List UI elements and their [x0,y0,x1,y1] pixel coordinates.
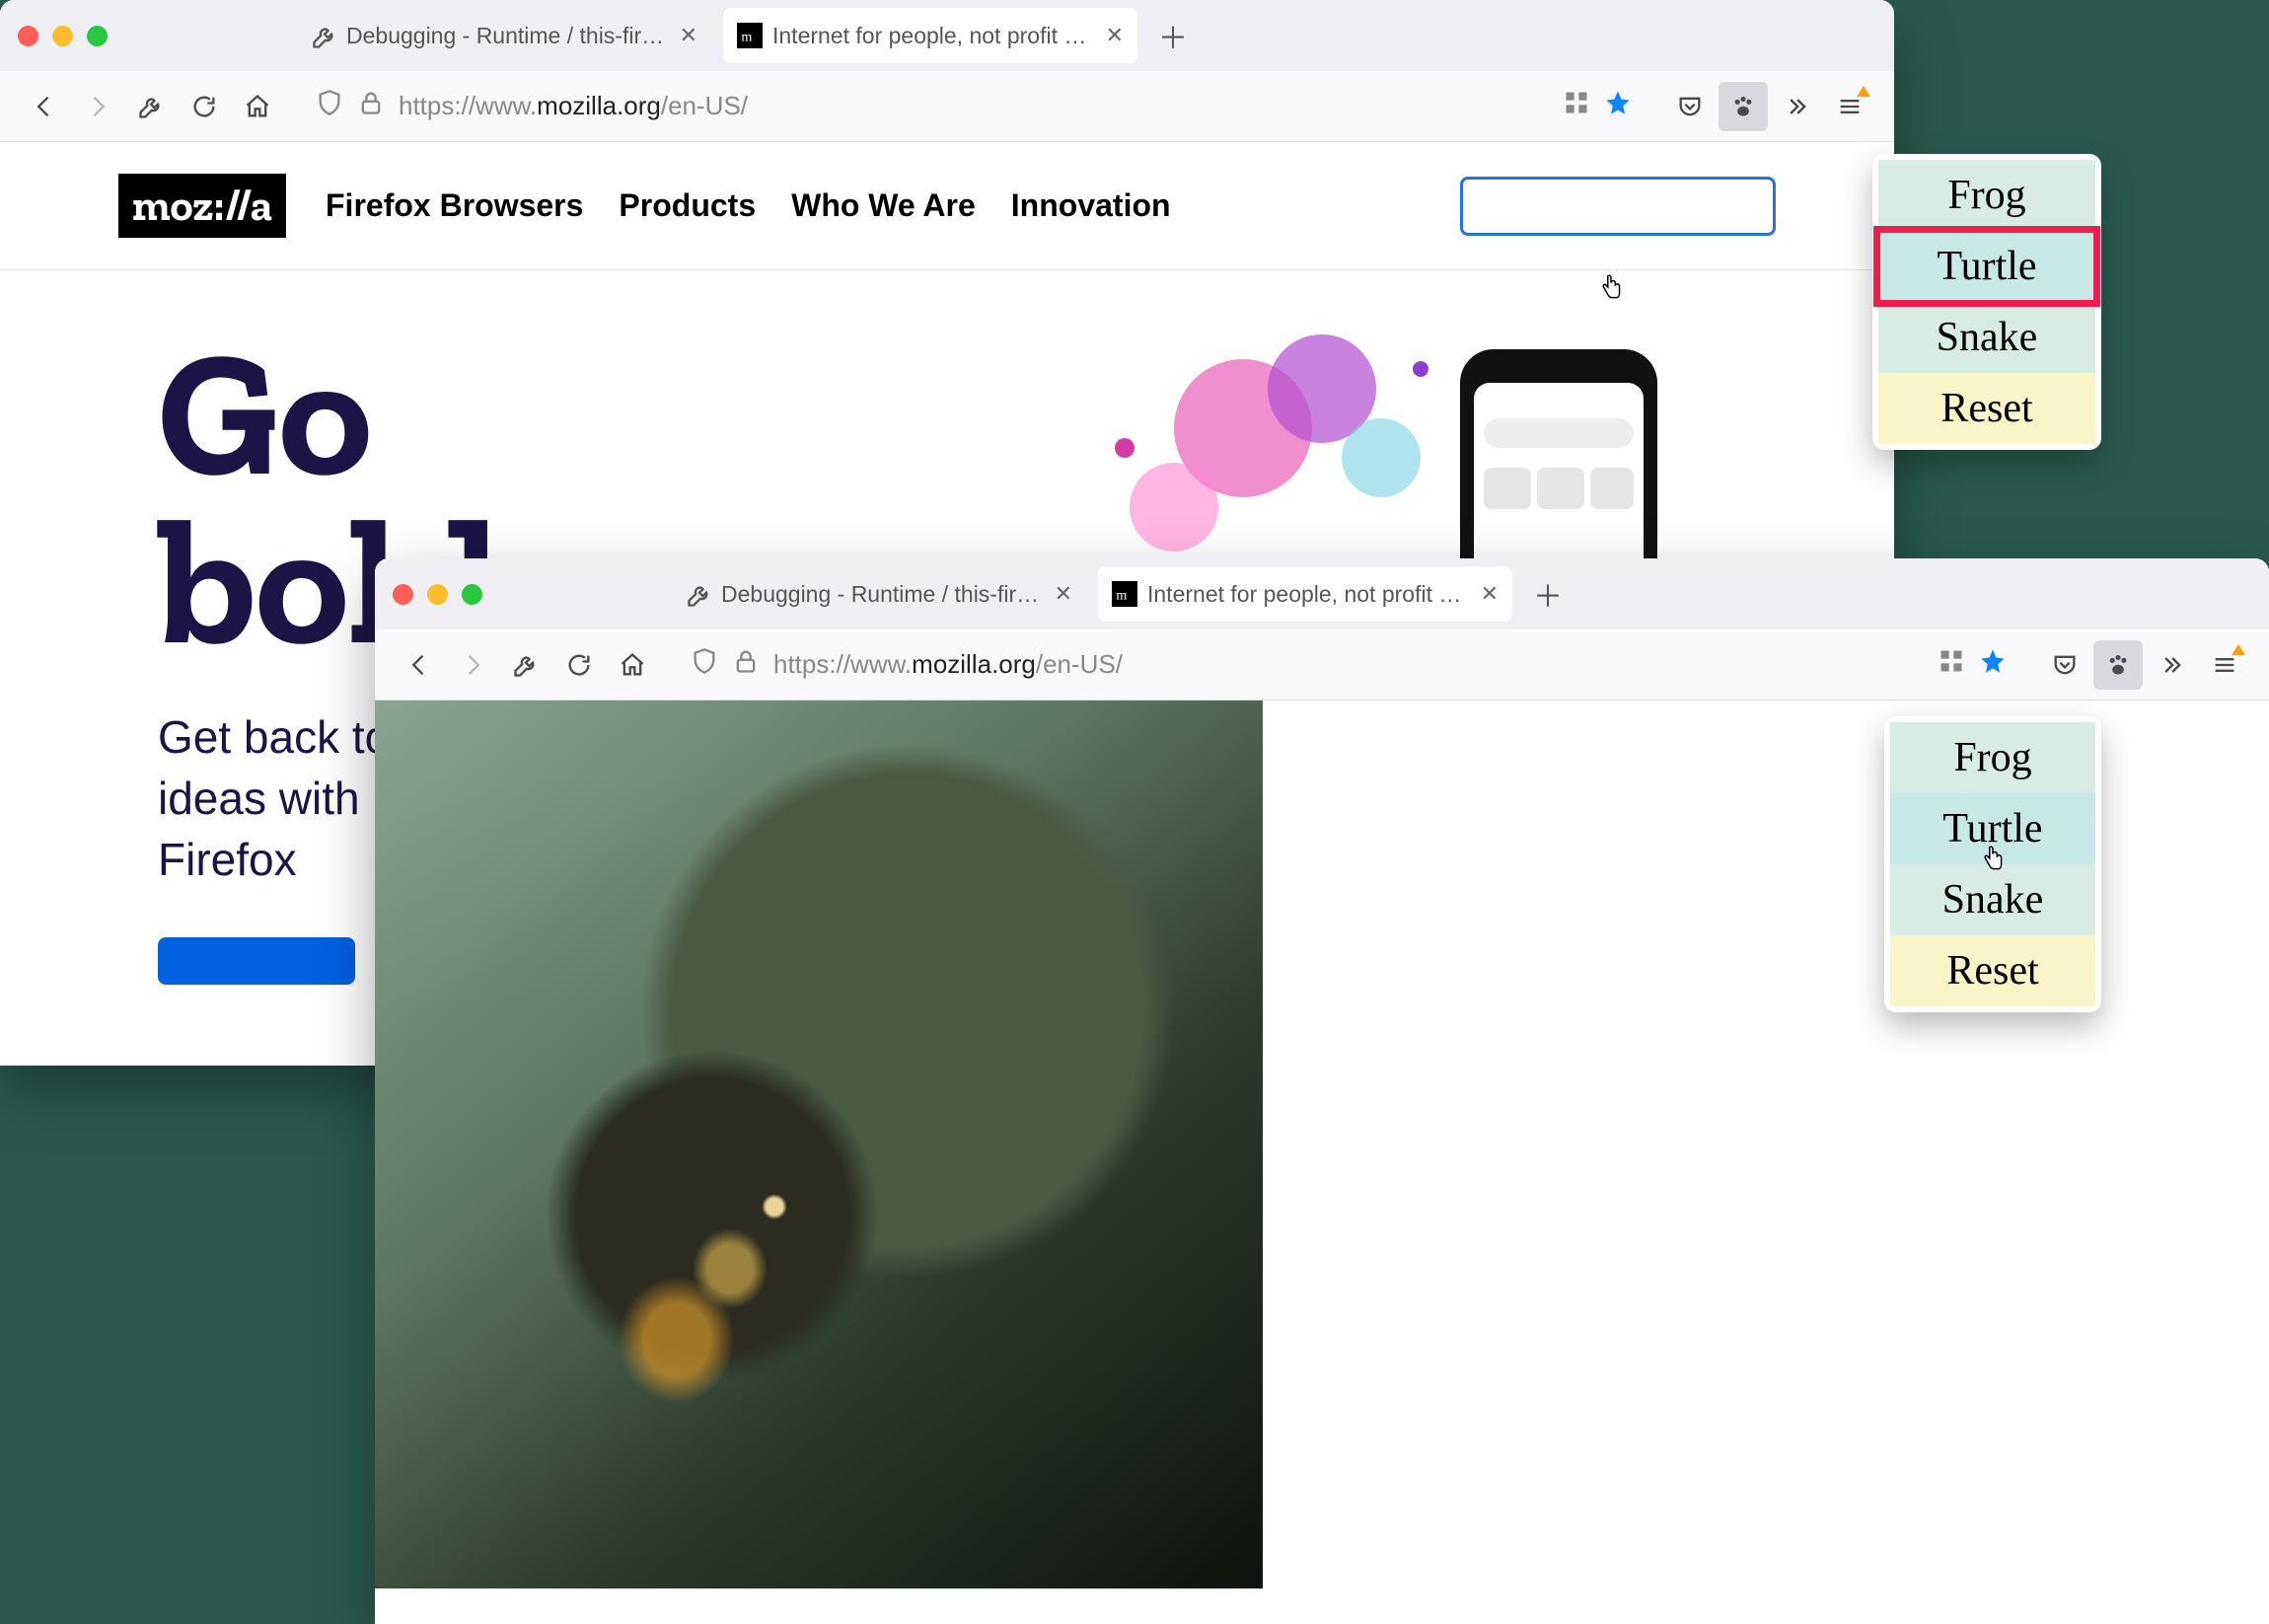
forward-button[interactable] [73,82,122,131]
lock-icon [357,89,385,123]
forward-button[interactable] [448,640,497,690]
url-bar[interactable]: https://www.mozilla.org/en-US/ [675,640,2022,690]
mozilla-favicon: m [737,23,763,48]
extension-paw-icon[interactable] [2093,640,2143,690]
popup-item-frog[interactable]: Frog [1890,722,2095,793]
wrench-icon [311,23,336,48]
app-menu-icon[interactable] [2200,640,2249,690]
hero-cta-button[interactable] [158,937,355,985]
window-close[interactable] [18,26,38,46]
nav-innovation[interactable]: Innovation [1011,187,1171,224]
tab-close-icon[interactable]: ✕ [680,23,697,48]
tab-label: Debugging - Runtime / this-firefox [346,23,670,49]
overflow-icon[interactable] [2147,640,2196,690]
nav-toolbar: https://www.mozilla.org/en-US/ [375,629,2269,701]
window-minimize[interactable] [427,584,448,605]
site-nav: Firefox Browsers Products Who We Are Inn… [326,187,1171,224]
container-icon[interactable] [1938,647,1965,682]
reload-button[interactable] [180,82,229,131]
new-tab-button[interactable]: ＋ [1149,12,1197,59]
devtools-button[interactable] [501,640,550,690]
window-close[interactable] [393,584,413,605]
url-bar[interactable]: https://www.mozilla.org/en-US/ [300,82,1647,131]
site-header: moz://a Firefox Browsers Products Who We… [0,142,1894,270]
tab-label: Internet for people, not profit — Mozill… [1147,581,1471,608]
tabstrip: Debugging - Runtime / this-firefox ✕ m I… [375,558,2269,629]
popup-item-snake[interactable]: Snake [1878,302,2095,373]
get-firefox-button[interactable] [1460,177,1776,236]
window-zoom[interactable] [87,26,108,46]
extension-paw-icon[interactable] [1719,82,1768,131]
devtools-button[interactable] [126,82,176,131]
container-icon[interactable] [1563,89,1590,123]
lock-icon [732,647,760,682]
turtle-image [375,701,1263,1588]
back-button[interactable] [20,82,69,131]
pocket-icon[interactable] [1665,82,1715,131]
nav-toolbar: https://www.mozilla.org/en-US/ [0,71,1894,142]
popup-item-snake[interactable]: Snake [1890,864,2095,935]
popup-item-reset[interactable]: Reset [1878,373,2095,444]
bookmark-star-icon[interactable] [1979,647,2007,682]
app-menu-icon[interactable] [1825,82,1874,131]
window-zoom[interactable] [462,584,482,605]
popup-item-reset[interactable]: Reset [1890,935,2095,1006]
svg-text:m: m [741,29,752,44]
nav-products[interactable]: Products [619,187,756,224]
tab-debugging[interactable]: Debugging - Runtime / this-firefox ✕ [297,8,711,63]
back-button[interactable] [395,640,444,690]
window-minimize[interactable] [52,26,73,46]
pocket-icon[interactable] [2040,640,2089,690]
tab-close-icon[interactable]: ✕ [1106,23,1124,48]
tabstrip: Debugging - Runtime / this-firefox ✕ m I… [0,0,1894,71]
popup-item-frog[interactable]: Frog [1878,160,2095,231]
mozilla-favicon: m [1112,581,1137,607]
nav-whoweare[interactable]: Who We Are [791,187,976,224]
overflow-icon[interactable] [1772,82,1821,131]
popup-item-turtle[interactable]: Turtle [1890,793,2095,864]
mozilla-logo[interactable]: moz://a [118,174,286,238]
url-text: https://www.mozilla.org/en-US/ [399,91,748,121]
home-button[interactable] [608,640,657,690]
extension-popup-back: Frog Turtle Snake Reset [1872,154,2101,450]
extension-popup-front: Frog Turtle Snake Reset [1884,716,2101,1012]
tab-close-icon[interactable]: ✕ [1481,581,1499,607]
tab-mozilla[interactable]: m Internet for people, not profit — Mozi… [723,8,1137,63]
tab-mozilla[interactable]: m Internet for people, not profit — Mozi… [1098,566,1512,622]
wrench-icon [686,581,711,607]
tab-label: Internet for people, not profit — Mozill… [772,23,1096,49]
svg-text:m: m [1116,587,1127,603]
shield-icon [316,89,343,123]
tab-close-icon[interactable]: ✕ [1055,581,1072,607]
bookmark-star-icon[interactable] [1604,89,1632,123]
window-controls [18,26,108,46]
new-tab-button[interactable]: ＋ [1524,570,1572,618]
shield-icon [691,647,718,682]
popup-item-turtle[interactable]: Turtle [1878,231,2095,302]
home-button[interactable] [233,82,282,131]
reload-button[interactable] [554,640,604,690]
tab-label: Debugging - Runtime / this-firefox [721,581,1045,608]
url-text: https://www.mozilla.org/en-US/ [773,649,1123,680]
window-controls [393,584,482,605]
tab-debugging[interactable]: Debugging - Runtime / this-firefox ✕ [672,566,1086,622]
nav-firefox[interactable]: Firefox Browsers [326,187,583,224]
